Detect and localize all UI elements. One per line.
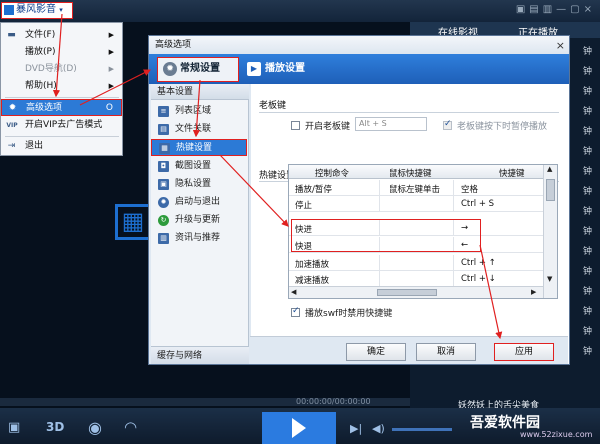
annotation-arrows	[52, 13, 503, 340]
